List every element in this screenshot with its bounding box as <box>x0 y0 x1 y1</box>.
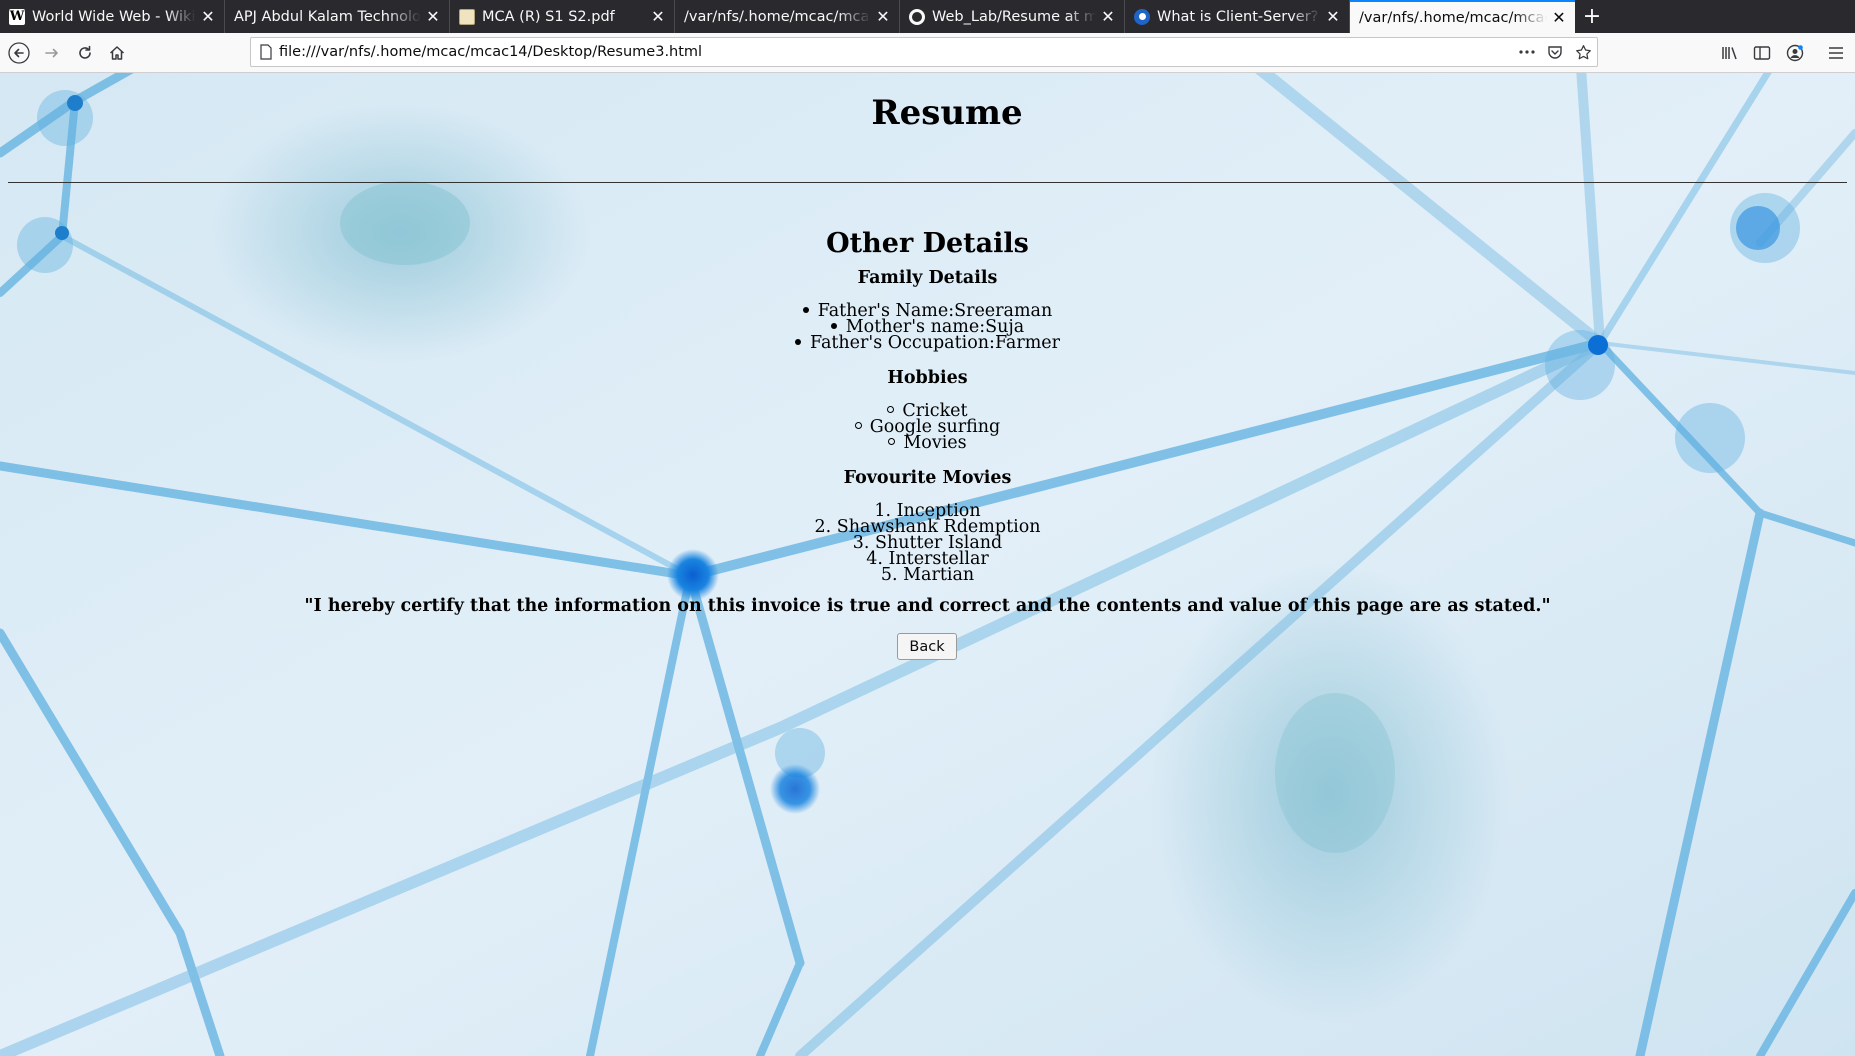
forward-arrow-icon[interactable] <box>38 39 66 67</box>
close-icon[interactable]: ✕ <box>875 8 891 25</box>
tab-world-wide-web[interactable]: W World Wide Web - Wikipedia ✕ <box>0 0 225 33</box>
close-icon[interactable]: ✕ <box>200 8 216 25</box>
library-icon[interactable] <box>1716 39 1744 67</box>
hobby-item-text: Movies <box>903 433 967 453</box>
circle-icon <box>1134 8 1150 25</box>
horizontal-rule <box>8 182 1847 183</box>
pocket-icon[interactable] <box>1541 38 1569 66</box>
home-icon[interactable] <box>103 39 131 67</box>
tab-title: /var/nfs/.home/mcac/mcac14/Desktop <box>684 8 871 25</box>
close-icon[interactable]: ✕ <box>1325 8 1341 25</box>
close-icon[interactable]: ✕ <box>425 8 441 25</box>
circle-bullet-icon <box>887 406 895 413</box>
reload-icon[interactable] <box>71 39 99 67</box>
hobbies-heading: Hobbies <box>887 368 968 388</box>
page-title: Resume <box>871 93 1023 133</box>
tab-title: /var/nfs/.home/mcac/mcac14/Desktop/Resum… <box>1359 9 1547 26</box>
tab-client-server[interactable]: What is Client-Server? Definition ✕ <box>1125 0 1350 33</box>
family-details-heading: Family Details <box>857 268 998 288</box>
page-viewport: Resume Other Details Family Details Fath… <box>0 73 1855 1056</box>
tab-resume3-active[interactable]: /var/nfs/.home/mcac/mcac14/Desktop/Resum… <box>1350 0 1575 33</box>
circle-bullet-icon <box>854 422 862 429</box>
section-title: Other Details <box>826 228 1029 259</box>
circle-bullet-icon <box>888 438 896 445</box>
back-arrow-icon[interactable] <box>5 39 33 67</box>
url-text[interactable]: file:///var/nfs/.home/mcac/mcac14/Deskto… <box>279 44 1513 60</box>
resume-page: Resume Other Details Family Details Fath… <box>0 73 1855 1056</box>
page-actions-icon[interactable] <box>1513 38 1541 66</box>
tab-title: MCA (R) S1 S2.pdf <box>482 8 615 25</box>
tab-strip: W World Wide Web - Wikipedia ✕ APJ Abdul… <box>0 0 1855 33</box>
close-icon[interactable]: ✕ <box>1551 9 1567 26</box>
account-icon[interactable] <box>1781 39 1809 67</box>
navigation-toolbar: file:///var/nfs/.home/mcac/mcac14/Deskto… <box>0 33 1855 73</box>
close-icon[interactable]: ✕ <box>650 8 666 25</box>
sidebar-icon[interactable] <box>1748 39 1776 67</box>
bullet-icon <box>830 322 837 329</box>
tab-web-lab-github[interactable]: Web_Lab/Resume at master ✕ <box>900 0 1125 33</box>
close-icon[interactable]: ✕ <box>1100 8 1116 25</box>
bullet-icon <box>802 306 809 313</box>
page-icon <box>259 44 273 60</box>
list-item: 5. Martian <box>880 565 975 585</box>
tab-desktop-folder[interactable]: /var/nfs/.home/mcac/mcac14/Desktop ✕ <box>675 0 900 33</box>
tab-title: APJ Abdul Kalam Technological University <box>234 8 421 25</box>
list-item: Movies <box>0 434 1855 453</box>
tab-apj-abdul-kalam[interactable]: APJ Abdul Kalam Technological University… <box>225 0 450 33</box>
list-item: Father's Occupation:Farmer <box>0 334 1855 353</box>
tab-title: Web_Lab/Resume at master <box>932 8 1096 25</box>
new-tab-button[interactable]: + <box>1575 0 1609 33</box>
bookmark-star-icon[interactable] <box>1569 38 1597 66</box>
tab-mca-pdf[interactable]: MCA (R) S1 S2.pdf ✕ <box>450 0 675 33</box>
pdf-icon <box>459 8 475 25</box>
github-icon <box>909 8 925 25</box>
family-item-text: Father's Occupation:Farmer <box>809 333 1061 353</box>
url-bar[interactable]: file:///var/nfs/.home/mcac/mcac14/Deskto… <box>250 37 1598 67</box>
wikipedia-icon: W <box>9 8 25 25</box>
menu-hamburger-icon[interactable] <box>1822 39 1850 67</box>
favourite-movies-heading: Fovourite Movies <box>843 468 1012 488</box>
declaration-text: "I hereby certify that the information o… <box>304 596 1551 616</box>
back-button[interactable]: Back <box>897 633 957 660</box>
bullet-icon <box>794 338 801 345</box>
tab-title: World Wide Web - Wikipedia <box>32 8 196 25</box>
tab-title: What is Client-Server? Definition <box>1157 8 1321 25</box>
